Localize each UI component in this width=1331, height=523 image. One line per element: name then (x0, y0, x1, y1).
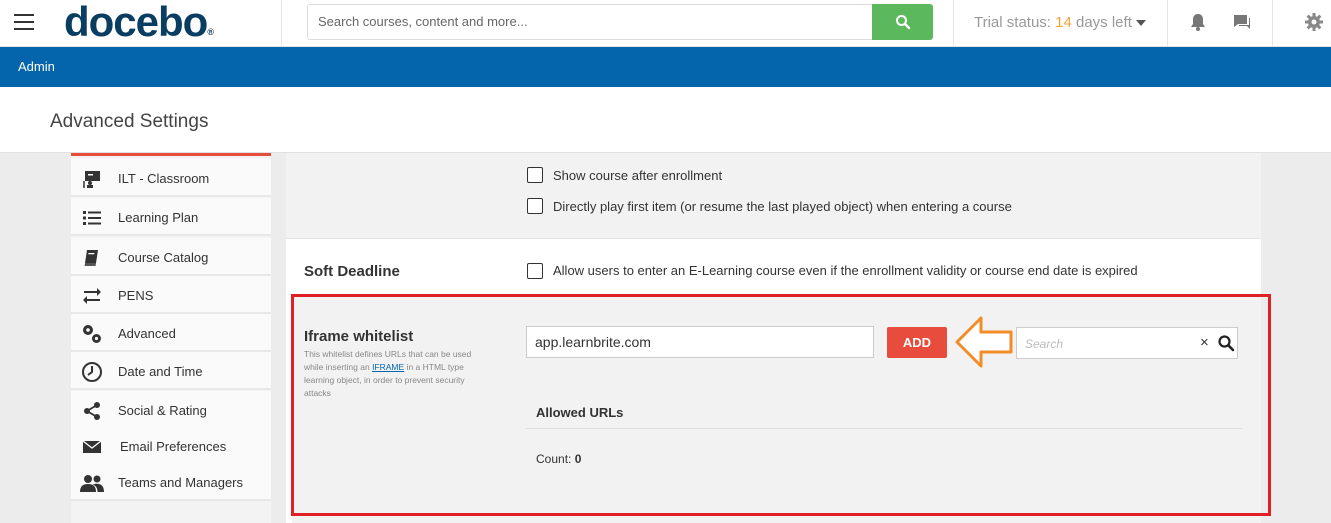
gears-icon (80, 323, 104, 345)
users-icon (80, 472, 104, 494)
global-search-input[interactable]: Search courses, content and more... (307, 4, 873, 40)
show-course-label: Show course after enrollment (553, 168, 723, 183)
sidebar-item-label: Course Catalog (118, 250, 209, 265)
sidebar-item-label: PENS (118, 288, 154, 303)
highlight-box (291, 294, 1271, 516)
play-first-item-label: Directly play first item (or resume the … (553, 199, 1012, 214)
sidebar-item-label: Social & Rating (118, 403, 207, 418)
swap-arrows-icon (80, 285, 104, 307)
sidebar-item-date-and-time[interactable]: Date and Time (71, 352, 271, 390)
soft-deadline-label: Allow users to enter an E-Learning cours… (553, 263, 1138, 278)
sidebar-item-label: Teams and Managers (118, 475, 244, 490)
divider (1272, 0, 1273, 47)
settings-sidebar: ILT - Classroom Learning Plan Course Cat… (71, 153, 271, 523)
sidebar-item-social-rating[interactable]: Social & Rating (71, 391, 271, 429)
envelope-icon (80, 436, 104, 458)
sidebar-item-advanced[interactable]: Advanced (71, 314, 271, 352)
classroom-icon (80, 168, 104, 190)
trial-status[interactable]: Trial status: 14 days left (974, 14, 1132, 31)
sidebar-item-label: Email Preferences (120, 439, 227, 454)
page-title: Advanced Settings (50, 111, 209, 132)
search-icon (895, 15, 910, 30)
divider (1167, 0, 1168, 47)
admin-bar: Admin (0, 47, 1331, 87)
chat-icon[interactable] (1232, 12, 1252, 32)
hamburger-menu-icon[interactable] (14, 14, 34, 30)
logo[interactable]: docebo® (64, 0, 214, 45)
caret-down-icon[interactable] (1136, 20, 1146, 26)
logo-text: docebo (64, 0, 208, 45)
soft-deadline-checkbox[interactable] (527, 263, 543, 279)
sidebar-item-label: ILT - Classroom (118, 171, 210, 186)
sidebar-item-label: Date and Time (118, 364, 203, 379)
divider (953, 0, 954, 47)
clock-icon (80, 361, 104, 383)
sidebar-item-email-preferences[interactable]: Email Preferences (71, 427, 271, 465)
sidebar-item-label: Advanced (118, 326, 176, 341)
admin-label[interactable]: Admin (18, 59, 55, 74)
book-icon (80, 247, 104, 269)
show-course-checkbox[interactable] (527, 167, 543, 183)
sidebar-item-course-catalog[interactable]: Course Catalog (71, 238, 271, 276)
bell-icon[interactable] (1188, 12, 1208, 32)
sidebar-item-learning-plan[interactable]: Learning Plan (71, 198, 271, 236)
course-options-section: Show course after enrollment Directly pl… (286, 153, 1261, 239)
global-search-button[interactable] (872, 4, 933, 40)
page-header: Advanced Settings (0, 87, 1331, 153)
sidebar-item-teams-and-managers[interactable]: Teams and Managers (71, 463, 271, 501)
soft-deadline-title: Soft Deadline (304, 263, 400, 280)
logo-mark: ® (207, 27, 214, 37)
sidebar-item-ilt-classroom[interactable]: ILT - Classroom (71, 159, 271, 197)
trial-days: 14 (1055, 14, 1072, 31)
share-icon (80, 400, 104, 422)
sidebar-item-pens[interactable]: PENS (71, 276, 271, 314)
play-first-item-checkbox[interactable] (527, 198, 543, 214)
trial-prefix: Trial status: (974, 14, 1051, 31)
divider (281, 0, 282, 47)
sidebar-item-label: Learning Plan (118, 210, 199, 225)
gear-icon[interactable] (1304, 12, 1324, 32)
top-bar: docebo® Search courses, content and more… (0, 0, 1331, 47)
trial-suffix: days left (1076, 14, 1132, 31)
list-icon (80, 207, 104, 229)
